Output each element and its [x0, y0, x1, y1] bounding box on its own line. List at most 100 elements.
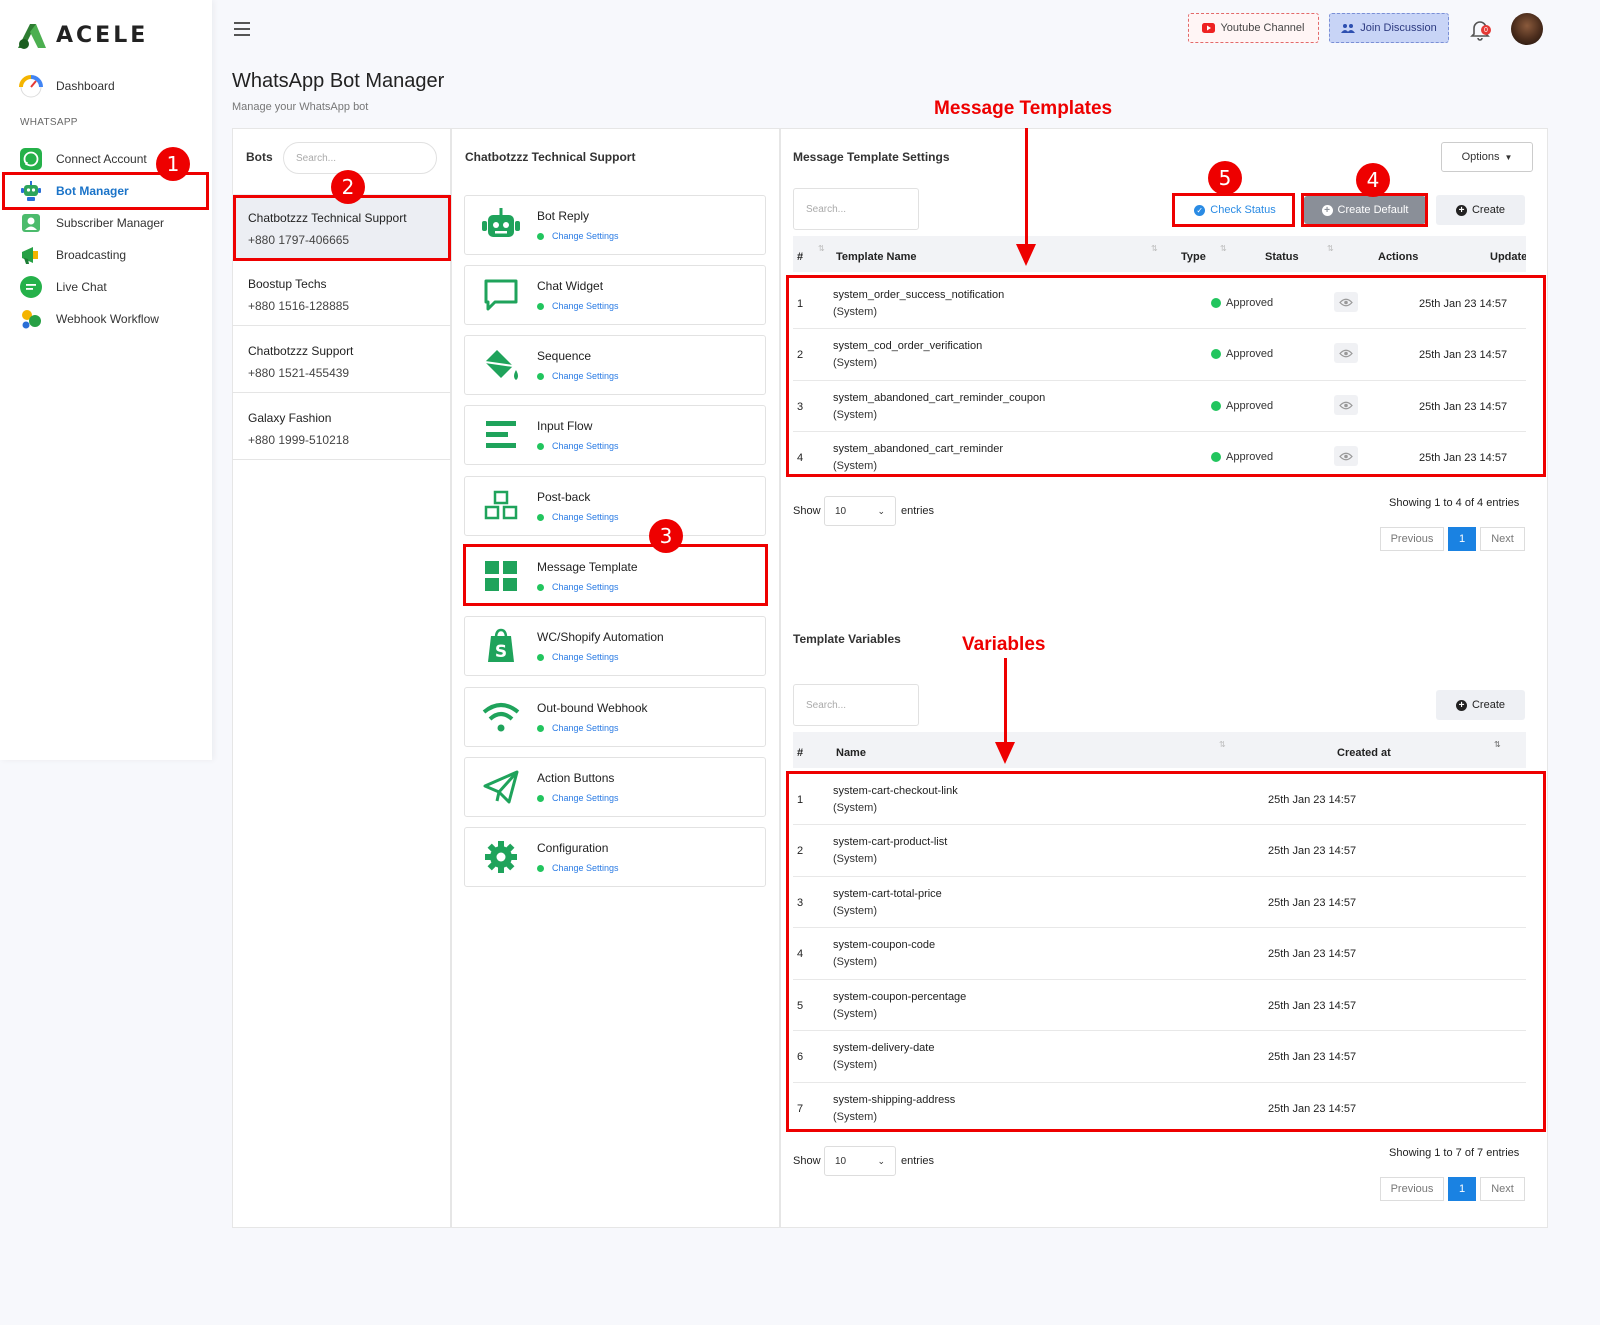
avatar[interactable]	[1511, 13, 1543, 45]
bot-phone: +880 1999-510218	[248, 433, 350, 447]
bot-list-item[interactable]: Galaxy Fashion +880 1999-510218	[232, 394, 451, 460]
plus-circle-icon: +	[1455, 204, 1467, 216]
create-template-button[interactable]: + Create	[1436, 195, 1525, 225]
page-title: WhatsApp Bot Manager	[232, 70, 445, 92]
template-search-input[interactable]: Search...	[793, 188, 919, 230]
chat-bubble-icon	[465, 278, 537, 312]
paper-plane-icon	[465, 770, 537, 804]
col-header[interactable]: Type	[1181, 251, 1206, 263]
caret-down-icon: ▼	[1504, 152, 1513, 162]
menu-card-post-back[interactable]: Post-back Change Settings	[464, 476, 766, 536]
col-header[interactable]: Status	[1265, 251, 1299, 263]
bots-search-input[interactable]: Search...	[283, 142, 437, 174]
page-size-select[interactable]: 10 ⌄	[824, 1146, 896, 1176]
sidebar-item-dashboard[interactable]: Dashboard	[18, 72, 208, 100]
change-settings-link[interactable]: Change Settings	[537, 863, 619, 873]
sidebar-item-webhook-workflow[interactable]: Webhook Workflow	[18, 305, 208, 333]
menu-card-chat-widget[interactable]: Chat Widget Change Settings	[464, 265, 766, 325]
app-logo[interactable]: ACELE	[16, 20, 148, 50]
menu-card-title: Out-bound Webhook	[537, 701, 648, 715]
sort-icon[interactable]: ⇅	[818, 244, 825, 253]
bot-name: Chatbotzzz Support	[248, 344, 354, 358]
menu-card-title: Post-back	[537, 490, 591, 504]
col-header[interactable]: Name	[836, 747, 866, 759]
join-discussion-label: Join Discussion	[1360, 22, 1437, 34]
chevron-down-icon: ⌄	[877, 1155, 885, 1166]
col-header[interactable]: Created at	[1337, 747, 1391, 759]
sidebar-item-label: Broadcasting	[56, 248, 127, 262]
menu-card-wc-shopify[interactable]: S WC/Shopify Automation Change Settings	[464, 616, 766, 676]
change-settings-link[interactable]: Change Settings	[537, 231, 619, 241]
highlight-box-bot	[233, 195, 451, 261]
step-badge: 4	[1356, 163, 1390, 197]
page-size-select[interactable]: 10 ⌄	[824, 496, 896, 526]
sidebar-item-label: Dashboard	[56, 79, 115, 93]
change-settings-link[interactable]: Change Settings	[537, 723, 648, 733]
sort-icon[interactable]: ⇅	[1151, 244, 1158, 253]
col-header[interactable]: Update	[1490, 251, 1526, 263]
youtube-channel-button[interactable]: Youtube Channel	[1188, 13, 1319, 43]
entries-label: entries	[901, 505, 935, 517]
col-header[interactable]: #	[797, 747, 803, 759]
whatsapp-icon	[18, 146, 44, 172]
change-settings-link[interactable]: Change Settings	[537, 301, 619, 311]
previous-button[interactable]: Previous	[1380, 1177, 1444, 1201]
sidebar-item-broadcasting[interactable]: Broadcasting	[18, 241, 208, 269]
chat-icon	[18, 274, 44, 300]
variable-search-input[interactable]: Search...	[793, 684, 919, 726]
col-header[interactable]: #	[797, 251, 803, 263]
menu-card-outbound-webhook[interactable]: Out-bound Webhook Change Settings	[464, 687, 766, 747]
sidebar-item-label: Live Chat	[56, 280, 107, 294]
next-button[interactable]: Next	[1480, 527, 1525, 551]
show-label: Show	[793, 505, 821, 517]
page-1-button[interactable]: 1	[1448, 1177, 1476, 1201]
sidebar-item-subscriber-manager[interactable]: Subscriber Manager	[18, 209, 208, 237]
users-icon	[1341, 24, 1356, 33]
change-settings-link[interactable]: Change Settings	[537, 512, 619, 522]
highlight-box-message-template	[463, 544, 768, 606]
sort-icon[interactable]: ⇅	[1327, 244, 1334, 253]
wifi-icon	[465, 701, 537, 733]
create-variable-button[interactable]: + Create	[1436, 690, 1525, 720]
col-header[interactable]: Template Name	[836, 251, 917, 263]
cubes-icon	[465, 490, 537, 522]
sidebar-item-live-chat[interactable]: Live Chat	[18, 273, 208, 301]
col-header: Actions	[1378, 251, 1419, 263]
annotation-arrow-head	[1016, 244, 1036, 266]
highlight-box-templates-table	[786, 275, 1546, 477]
page-1-button[interactable]: 1	[1448, 527, 1476, 551]
next-button[interactable]: Next	[1480, 1177, 1525, 1201]
highlight-box-create-default	[1301, 193, 1428, 227]
showing-info: Showing 1 to 4 of 4 entries	[1389, 497, 1520, 509]
options-dropdown[interactable]: Options ▼	[1441, 142, 1533, 172]
entries-label: entries	[901, 1155, 935, 1167]
menu-card-input-flow[interactable]: Input Flow Change Settings	[464, 405, 766, 465]
join-discussion-button[interactable]: Join Discussion	[1329, 13, 1449, 43]
annotation-arrow	[1004, 658, 1007, 744]
menu-card-configuration[interactable]: Configuration Change Settings	[464, 827, 766, 887]
menu-card-title: WC/Shopify Automation	[537, 630, 664, 644]
notification-bell-icon[interactable]: 0	[1468, 18, 1492, 42]
show-label: Show	[793, 1155, 821, 1167]
sort-icon[interactable]: ⇅	[1494, 740, 1501, 749]
change-settings-link[interactable]: Change Settings	[537, 371, 619, 381]
highlight-box-variables-table	[786, 771, 1546, 1132]
change-settings-link[interactable]: Change Settings	[537, 793, 619, 803]
step-badge: 2	[331, 170, 365, 204]
menu-toggle-icon[interactable]	[234, 22, 250, 36]
bot-list-item[interactable]: Boostup Techs +880 1516-128885	[232, 260, 451, 326]
bot-phone: +880 1521-455439	[248, 366, 350, 380]
change-settings-link[interactable]: Change Settings	[537, 441, 619, 451]
shopify-icon: S	[465, 628, 537, 664]
menu-card-sequence[interactable]: Sequence Change Settings	[464, 335, 766, 395]
bot-list-item[interactable]: Chatbotzzz Support +880 1521-455439	[232, 327, 451, 393]
menu-card-action-buttons[interactable]: Action Buttons Change Settings	[464, 757, 766, 817]
annotation-variables: Variables	[962, 634, 1046, 655]
change-settings-link[interactable]: Change Settings	[537, 652, 664, 662]
sort-icon[interactable]: ⇅	[1220, 244, 1227, 253]
logo-mark-icon	[16, 20, 48, 50]
sort-icon[interactable]: ⇅	[1219, 740, 1226, 749]
previous-button[interactable]: Previous	[1380, 527, 1444, 551]
menu-card-bot-reply[interactable]: Bot Reply Change Settings	[464, 195, 766, 255]
sidebar	[0, 0, 212, 760]
